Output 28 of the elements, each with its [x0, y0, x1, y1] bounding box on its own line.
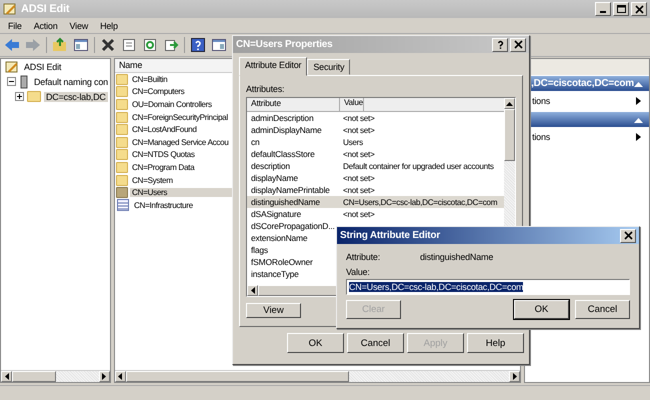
attribute-name: flags	[250, 245, 269, 255]
attribute-name: distinguishedName	[250, 197, 321, 207]
attribute-name: adminDescription	[250, 113, 314, 123]
attribute-name: description	[250, 161, 291, 171]
attribute-name: distinguishedName	[420, 252, 494, 262]
section-title: ,DC=ciscotac,DC=com	[530, 78, 634, 89]
attribute-value: CN=Users,DC=csc-lab,DC=ciscotac,DC=com	[342, 198, 498, 206]
attribute-value: <not set>	[342, 186, 374, 194]
attribute-value: <not set>	[342, 150, 374, 158]
attribute-value: <not set>	[342, 114, 374, 122]
value-label: Value:	[346, 267, 371, 277]
attribute-value: Users	[342, 138, 363, 146]
attribute-value: Default container for upgraded user accounts	[342, 162, 494, 170]
attribute-name: dSASignature	[250, 209, 302, 219]
dialog-title: CN=Users Properties	[236, 39, 333, 50]
attribute-name: adminDisplayName	[250, 125, 322, 135]
attribute-name: displayNamePrintable	[250, 185, 331, 195]
attribute-value: <not set>	[342, 174, 374, 182]
attribute-value: <not set>	[342, 210, 374, 218]
dialog-title: String Attribute Editor	[340, 230, 440, 241]
attribute-name: displayName	[250, 173, 299, 183]
attributes-label: Attributes:	[246, 84, 286, 94]
attribute-value: <not set>	[342, 126, 374, 134]
attribute-name: cn	[250, 137, 261, 147]
window-title: ADSI Edit	[21, 3, 70, 15]
attribute-label: Attribute:	[346, 252, 382, 262]
attribute-name: defaultClassStore	[250, 149, 316, 159]
attribute-name: dSCorePropagationD...	[250, 221, 336, 231]
